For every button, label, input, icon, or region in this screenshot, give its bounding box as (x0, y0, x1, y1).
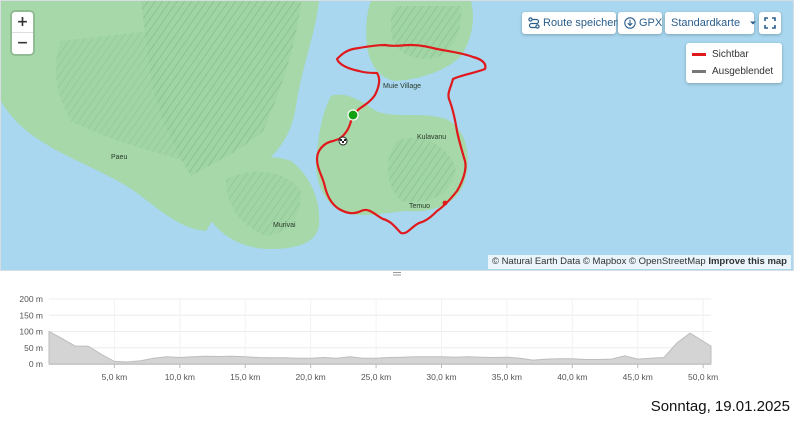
map-style-label: Standardkarte (671, 17, 741, 29)
y-tick-label: 200 m (19, 294, 43, 304)
download-icon (624, 17, 636, 29)
x-tick-label: 5,0 km (102, 372, 128, 382)
legend-item-hidden[interactable]: Ausgeblendet (692, 65, 773, 79)
route-legend: Sichtbar Ausgeblendet (686, 43, 782, 83)
y-tick-label: 100 m (19, 327, 43, 337)
legend-swatch-hidden (692, 69, 706, 73)
route-direction-marker (442, 200, 448, 206)
x-tick-label: 15,0 km (230, 372, 260, 382)
legend-swatch-visible (692, 52, 706, 56)
fullscreen-button[interactable] (759, 12, 781, 34)
x-tick-label: 25,0 km (361, 372, 391, 382)
improve-map-link[interactable]: Improve this map (708, 256, 787, 267)
save-route-label: Route speichern (543, 17, 624, 29)
place-label-muie-village: Muie Village (383, 83, 422, 90)
x-tick-label: 30,0 km (426, 372, 456, 382)
route-icon (528, 17, 540, 29)
gpx-label: GPX (639, 17, 663, 29)
x-tick-label: 50,0 km (688, 372, 718, 382)
resize-handle-icon[interactable] (392, 271, 402, 277)
x-tick-label: 20,0 km (296, 372, 326, 382)
x-tick-label: 10,0 km (165, 372, 195, 382)
legend-label-visible: Sichtbar (712, 49, 749, 60)
x-tick-label: 40,0 km (557, 372, 587, 382)
route-start-marker (347, 109, 359, 121)
legend-label-hidden: Ausgeblendet (712, 66, 774, 77)
save-route-button[interactable]: Route speichern (522, 12, 623, 34)
map-attribution: © Natural Earth Data © Mapbox © OpenStre… (487, 255, 791, 269)
date-label: Sonntag, 19.01.2025 (650, 398, 790, 415)
legend-item-visible[interactable]: Sichtbar (692, 48, 749, 62)
attribution-text: © Natural Earth Data © Mapbox © OpenStre… (491, 256, 706, 267)
zoom-in-button[interactable]: + (12, 12, 33, 33)
place-label-temuo: Temuo (409, 203, 431, 210)
y-tick-label: 150 m (19, 310, 43, 320)
x-tick-label: 35,0 km (492, 372, 522, 382)
gpx-download-button[interactable]: GPX (618, 12, 662, 34)
place-label-paeu: Paeu (111, 154, 128, 161)
fullscreen-icon (764, 17, 776, 29)
elevation-profile-chart[interactable]: 200 m 150 m 100 m 50 m 0 m 5,0 km 10,0 km 15,0… (0, 283, 720, 388)
place-label-murivai: Murivai (273, 222, 296, 229)
elevation-grid (49, 298, 711, 365)
zoom-control: + − (12, 12, 33, 54)
map-style-dropdown[interactable]: Standardkarte (665, 12, 757, 34)
chevron-down-icon (750, 21, 757, 25)
x-tick-label: 45,0 km (623, 372, 653, 382)
map-view[interactable]: Muie Village Paeu Kulavanu Temuo Murivai… (0, 0, 794, 271)
y-tick-label: 0 m (29, 359, 43, 369)
map-canvas[interactable] (1, 1, 794, 271)
y-tick-label: 50 m (24, 343, 43, 353)
place-label-kulavanu: Kulavanu (417, 134, 447, 141)
zoom-out-button[interactable]: − (12, 33, 33, 54)
